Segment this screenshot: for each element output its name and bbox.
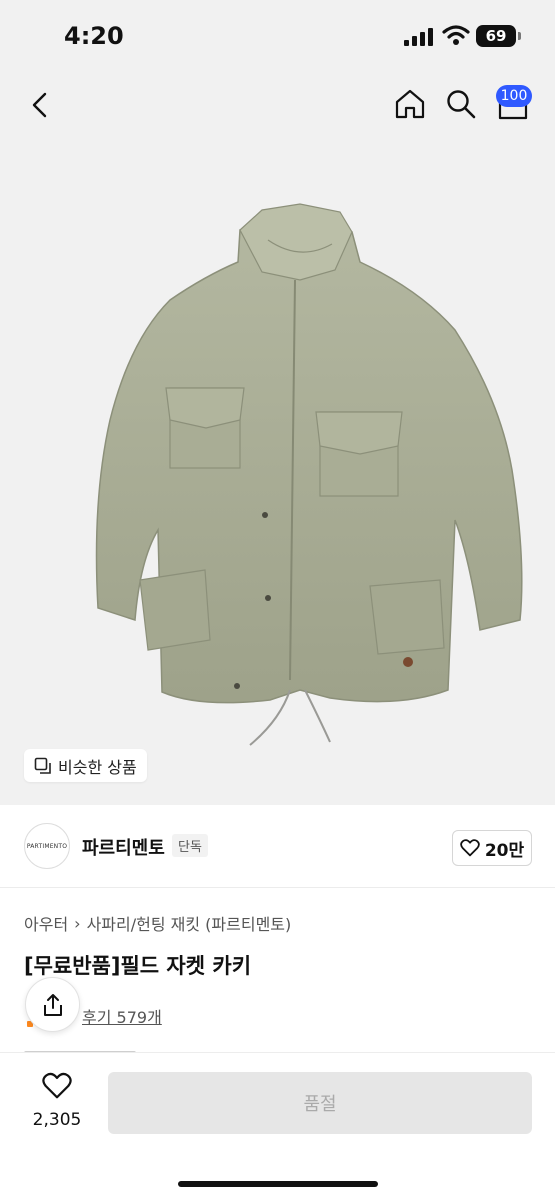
chevron-right-icon: › <box>74 913 81 933</box>
status-bar: 4:20 69 <box>0 0 555 70</box>
brand-like-count: 20만 <box>484 840 525 861</box>
similar-products-label: 비슷한 상품 <box>58 757 137 777</box>
brand-logo[interactable]: PARTIMENTO <box>24 823 70 869</box>
search-icon[interactable] <box>446 89 476 119</box>
product-image[interactable] <box>0 70 555 805</box>
breadcrumb-item-category[interactable]: 아우터 <box>24 911 68 935</box>
battery-tip <box>518 32 521 40</box>
similar-products-button[interactable]: 비슷한 상품 <box>24 749 147 782</box>
share-button[interactable] <box>25 977 80 1032</box>
exclusive-badge: 단독 <box>172 834 208 857</box>
battery-icon: 69 <box>476 25 516 47</box>
review-link[interactable]: 후기 579개 <box>82 1004 162 1028</box>
jacket-illustration <box>95 203 523 746</box>
brand-name[interactable]: 파르티멘토 <box>82 834 165 860</box>
product-title: [무료반품]필드 자켓 카키 <box>24 954 252 978</box>
brand-row: PARTIMENTO 파르티멘토 단독 20만 <box>0 805 555 888</box>
home-icon[interactable] <box>394 88 426 120</box>
home-indicator <box>178 1181 378 1187</box>
heart-icon <box>460 839 480 857</box>
breadcrumb-item-subcategory[interactable]: 사파리/헌팅 재킷 (파르티멘토) <box>87 911 292 935</box>
share-icon <box>43 993 62 1016</box>
similar-icon <box>34 757 51 774</box>
wifi-icon <box>442 25 470 45</box>
cart-count-badge: 100 <box>496 85 532 107</box>
soldout-button[interactable]: 품절 <box>108 1072 532 1134</box>
status-time: 4:20 <box>64 22 124 50</box>
brand-like-button[interactable]: 20만 <box>452 830 532 866</box>
signal-icon <box>404 28 433 46</box>
back-icon[interactable] <box>30 92 50 118</box>
heart-icon <box>42 1072 72 1099</box>
breadcrumb: 아우터 › 사파리/헌팅 재킷 (파르티멘토) <box>24 911 291 935</box>
like-count: 2,305 <box>32 1110 82 1130</box>
like-button[interactable]: 2,305 <box>24 1072 90 1130</box>
